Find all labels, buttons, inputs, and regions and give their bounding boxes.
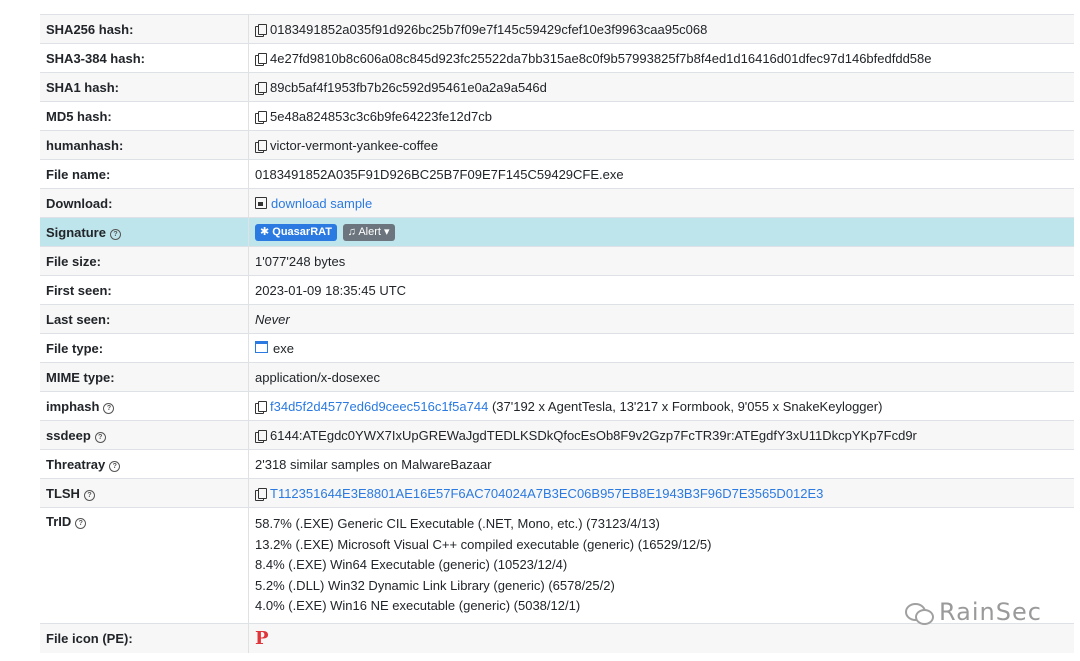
copy-icon[interactable] (255, 400, 267, 414)
humanhash-value: victor-vermont-yankee-coffee (270, 137, 439, 153)
file-size-value: 1'077'248 bytes (248, 246, 1074, 276)
copy-icon[interactable] (255, 487, 267, 501)
trid-line: 5.2% (.DLL) Win32 Dynamic Link Library (… (255, 577, 615, 593)
bug-icon: ✱ (260, 225, 270, 238)
file-name-value: 0183491852A035F91D926BC25B7F09E7F145C594… (248, 159, 1074, 189)
pe-file-icon: P (255, 627, 269, 649)
file-info-panel: SHA256 hash: 0183491852a035f91d926bc25b7… (40, 14, 1074, 653)
copy-icon[interactable] (255, 139, 267, 153)
help-icon[interactable]: ? (109, 460, 121, 472)
wechat-icon (905, 603, 934, 625)
quasarrat-badge[interactable]: ✱ QuasarRAT (255, 223, 337, 241)
row-file-name: File name: 0183491852A035F91D926BC25B7F0… (40, 159, 1074, 189)
help-icon[interactable]: ? (109, 228, 121, 240)
help-icon[interactable]: ? (83, 489, 95, 501)
label-sha3-384: SHA3-384 hash: (40, 43, 249, 73)
label-file-name: File name: (40, 159, 249, 189)
copy-icon[interactable] (255, 81, 267, 95)
copy-icon[interactable] (255, 23, 267, 37)
help-icon[interactable]: ? (103, 402, 115, 414)
label-sha256: SHA256 hash: (40, 14, 249, 44)
threatray-value: 2'318 similar samples on MalwareBazaar (248, 449, 1074, 479)
row-file-size: File size: 1'077'248 bytes (40, 246, 1074, 276)
sha256-value: 0183491852a035f91d926bc25b7f09e7f145c594… (270, 21, 708, 37)
row-mime-type: MIME type: application/x-dosexec (40, 362, 1074, 392)
row-threatray: Threatray? 2'318 similar samples on Malw… (40, 449, 1074, 479)
row-file-icon: File icon (PE): P (40, 622, 1074, 653)
label-file-size: File size: (40, 246, 249, 276)
label-md5: MD5 hash: (40, 101, 249, 131)
file-info-table: SHA256 hash: 0183491852a035f91d926bc25b7… (40, 14, 1074, 653)
last-seen-value: Never (248, 304, 1074, 334)
row-last-seen: Last seen: Never (40, 304, 1074, 334)
label-imphash: imphash (46, 398, 100, 414)
label-humanhash: humanhash: (40, 130, 249, 160)
help-icon[interactable]: ? (75, 518, 87, 529)
row-ssdeep: ssdeep? 6144:ATEgdc0YWX7IxUpGREWaJgdTEDL… (40, 420, 1074, 450)
label-threatray: Threatray (46, 456, 106, 472)
label-trid: TrID (46, 514, 72, 529)
ssdeep-value: 6144:ATEgdc0YWX7IxUpGREWaJgdTEDLKSDkQfoc… (270, 427, 917, 443)
trid-line: 8.4% (.EXE) Win64 Executable (generic) (… (255, 557, 568, 572)
trid-line: 58.7% (.EXE) Generic CIL Executable (.NE… (255, 516, 660, 531)
label-last-seen: Last seen: (40, 304, 249, 334)
window-icon (255, 340, 268, 353)
label-mime-type: MIME type: (40, 362, 249, 392)
label-signature: Signature (46, 224, 106, 240)
help-icon[interactable]: ? (94, 431, 106, 443)
imphash-link[interactable]: f34d5f2d4577ed6d9ceec516c1f5a744 (270, 399, 488, 414)
tlsh-link[interactable]: T112351644E3E8801AE16E57F6AC704024A7B3EC… (270, 486, 823, 501)
row-sha256: SHA256 hash: 0183491852a035f91d926bc25b7… (40, 14, 1074, 44)
row-sha1: SHA1 hash: 89cb5af4f1953fb7b26c592d95461… (40, 72, 1074, 102)
copy-icon[interactable] (255, 52, 267, 66)
imphash-stats: (37'192 x AgentTesla, 13'217 x Formbook,… (491, 398, 883, 414)
watermark-text: RainSec (939, 598, 1042, 626)
copy-icon[interactable] (255, 429, 267, 443)
label-sha1: SHA1 hash: (40, 72, 249, 102)
first-seen-value: 2023-01-09 18:35:45 UTC (248, 275, 1074, 305)
label-file-icon: File icon (PE): (40, 622, 249, 653)
label-download: Download: (40, 188, 249, 218)
download-sample-link[interactable]: download sample (271, 196, 372, 211)
label-file-type: File type: (40, 333, 249, 363)
watermark: RainSec (905, 598, 1042, 626)
sha1-value: 89cb5af4f1953fb7b26c592d95461e0a2a9a546d (270, 79, 547, 95)
row-file-type: File type: exe (40, 333, 1074, 363)
label-first-seen: First seen: (40, 275, 249, 305)
label-ssdeep: ssdeep (46, 427, 91, 443)
row-sha3-384: SHA3-384 hash: 4e27fd9810b8c606a08c845d9… (40, 43, 1074, 73)
row-signature: Signature? ✱ QuasarRAT ♫ Alert ▾ (40, 217, 1074, 247)
bell-icon: ♫ (347, 225, 356, 238)
mime-type-value: application/x-dosexec (248, 362, 1074, 392)
row-first-seen: First seen: 2023-01-09 18:35:45 UTC (40, 275, 1074, 305)
floppy-disk-icon (255, 196, 267, 209)
label-tlsh: TLSH (46, 485, 80, 501)
row-tlsh: TLSH? T112351644E3E8801AE16E57F6AC704024… (40, 478, 1074, 508)
caret-down-icon: ▾ (384, 225, 390, 238)
copy-icon[interactable] (255, 110, 267, 124)
md5-value: 5e48a824853c3c6b9fe64223fe12d7cb (270, 108, 492, 124)
file-type-value: exe (273, 340, 294, 356)
row-md5: MD5 hash: 5e48a824853c3c6b9fe64223fe12d7… (40, 101, 1074, 131)
row-imphash: imphash? f34d5f2d4577ed6d9ceec516c1f5a74… (40, 391, 1074, 421)
row-download: Download: download sample (40, 188, 1074, 218)
row-humanhash: humanhash: victor-vermont-yankee-coffee (40, 130, 1074, 160)
sha3-384-value: 4e27fd9810b8c606a08c845d923fc25522da7bb3… (270, 50, 932, 66)
trid-line: 13.2% (.EXE) Microsoft Visual C++ compil… (255, 536, 712, 552)
alert-dropdown-button[interactable]: ♫ Alert ▾ (342, 223, 395, 241)
